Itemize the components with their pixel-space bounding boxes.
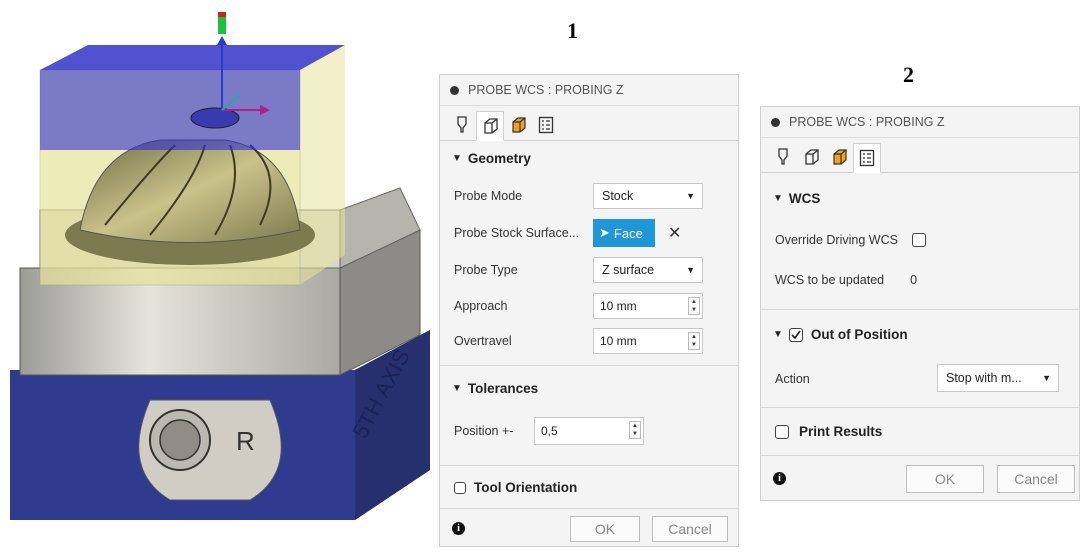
divider (761, 455, 1079, 456)
panel-label-2: 2 (903, 62, 914, 87)
tab-tool[interactable] (769, 142, 797, 172)
tool-orientation-toggle[interactable]: Tool Orientation (454, 480, 577, 495)
panel-label-1: 1 (567, 18, 578, 43)
approach-value: 10 mm (600, 299, 637, 313)
collapse-arrow-icon: ▼ (452, 383, 462, 394)
probe-mode-value: Stock (602, 189, 634, 203)
spinner-icon[interactable]: ▲ ▼ (688, 332, 700, 350)
cancel-button[interactable]: Cancel (997, 465, 1075, 493)
collapse-arrow-icon: ▼ (452, 153, 462, 164)
divider (761, 407, 1079, 408)
geometry-cube-icon (484, 118, 498, 134)
tab-settings[interactable] (532, 110, 560, 140)
dropdown-arrow-icon: ▼ (1042, 373, 1051, 383)
override-wcs-row: Override Driving WCS (775, 233, 926, 247)
cursor-arrow-icon: ➤ (599, 225, 610, 240)
position-tolerance-label: Position +- (454, 424, 514, 438)
heights-cube-icon (512, 117, 526, 133)
geometry-heading: Geometry (467, 151, 531, 166)
divider (440, 365, 738, 366)
cad-viewport[interactable]: R 5TH AXIS (0, 0, 430, 547)
out-of-position-header[interactable]: ▼ Out of Position (773, 327, 908, 342)
dropdown-arrow-icon: ▼ (686, 265, 695, 275)
divider (440, 465, 738, 466)
dialog-tabs (761, 138, 1079, 173)
ok-button[interactable]: OK (570, 516, 640, 542)
overtravel-input[interactable]: 10 mm ▲ ▼ (593, 328, 703, 354)
settings-list-icon (859, 149, 875, 167)
tab-heights[interactable] (504, 110, 532, 140)
geometry-cube-icon (805, 149, 819, 165)
collapse-dot-icon[interactable] (771, 117, 780, 127)
settings-list-icon (538, 116, 554, 134)
probe-mode-label: Probe Mode (454, 189, 523, 203)
dropdown-arrow-icon: ▼ (686, 191, 695, 201)
dialog-tabs (440, 106, 738, 141)
out-of-position-checkbox[interactable] (788, 327, 803, 342)
dialog-title: PROBE WCS : PROBING Z (468, 83, 624, 97)
collapse-arrow-icon: ▼ (773, 193, 783, 204)
clear-selection-icon[interactable]: ✕ (668, 223, 681, 243)
info-icon[interactable]: i (773, 472, 786, 485)
action-label: Action (775, 372, 810, 386)
face-value: Face (613, 225, 643, 241)
probe-mode-select[interactable]: Stock ▼ (593, 183, 703, 209)
tab-geometry[interactable] (476, 111, 504, 141)
wcs-updated-label: WCS to be updated (775, 273, 885, 287)
tolerances-section-header[interactable]: ▼ Tolerances (440, 381, 738, 396)
overtravel-label: Overtravel (454, 334, 512, 348)
wcs-heading: WCS (788, 191, 821, 206)
divider (761, 309, 1079, 310)
divider (440, 508, 738, 509)
wcs-updated-value: 0 (910, 273, 918, 287)
approach-input[interactable]: 10 mm ▲ ▼ (593, 293, 703, 319)
spinner-icon[interactable]: ▲ ▼ (629, 421, 641, 439)
stock-surface-label: Probe Stock Surface... (454, 226, 580, 240)
tab-settings[interactable] (853, 143, 881, 173)
position-tolerance-value: 0,5 (541, 424, 558, 438)
probe-tool-icon (778, 148, 788, 165)
collapse-arrow-icon: ▼ (773, 329, 783, 340)
action-value: Stop with m... (946, 371, 1022, 385)
override-wcs-checkbox[interactable] (911, 233, 926, 247)
probe-type-label: Probe Type (454, 263, 518, 277)
tab-tool[interactable] (448, 110, 476, 140)
approach-label: Approach (454, 299, 508, 313)
probe-type-select[interactable]: Z surface ▼ (593, 257, 703, 283)
print-results-checkbox[interactable] (775, 424, 789, 439)
ok-button[interactable]: OK (906, 465, 984, 493)
wcs-updated-row: WCS to be updated 0 (775, 273, 917, 287)
position-tolerance-input[interactable]: 0,5 ▲ ▼ (534, 417, 644, 445)
geometry-section-header[interactable]: ▼ Geometry (440, 151, 738, 166)
tolerances-heading: Tolerances (467, 381, 539, 396)
probe-wcs-dialog-2: PROBE WCS : PROBING Z ▼ WCS Override Dri… (760, 106, 1080, 501)
info-icon[interactable]: i (452, 522, 465, 535)
dialog-titlebar[interactable]: PROBE WCS : PROBING Z (761, 107, 1079, 138)
dialog-titlebar[interactable]: PROBE WCS : PROBING Z (440, 75, 738, 106)
fixture-model: R 5TH AXIS (10, 12, 430, 520)
dialog-title: PROBE WCS : PROBING Z (789, 115, 945, 129)
probe-wcs-dialog-1: PROBE WCS : PROBING Z ▼ Geometry Probe M… (439, 74, 739, 547)
checkmark-icon (791, 330, 801, 339)
engraving-letter: R (236, 426, 255, 456)
tool-orientation-label: Tool Orientation (474, 480, 578, 495)
print-results-toggle[interactable]: Print Results (775, 424, 882, 439)
tab-heights[interactable] (825, 142, 853, 172)
override-wcs-label: Override Driving WCS (775, 233, 898, 247)
spinner-icon[interactable]: ▲ ▼ (688, 297, 700, 315)
overtravel-value: 10 mm (600, 334, 637, 348)
out-of-position-heading: Out of Position (810, 327, 908, 342)
probe-type-value: Z surface (602, 263, 655, 277)
cancel-button[interactable]: Cancel (652, 516, 728, 542)
tool-orientation-checkbox[interactable] (454, 481, 466, 494)
collapse-dot-icon[interactable] (450, 85, 459, 95)
tab-geometry[interactable] (797, 142, 825, 172)
probe-tool-icon (457, 116, 467, 133)
action-select[interactable]: Stop with m... ▼ (937, 364, 1059, 392)
heights-cube-icon (833, 149, 847, 165)
face-select-button[interactable]: ➤ Face (593, 219, 655, 247)
wcs-section-header[interactable]: ▼ WCS (761, 191, 1079, 206)
print-results-label: Print Results (799, 424, 883, 439)
